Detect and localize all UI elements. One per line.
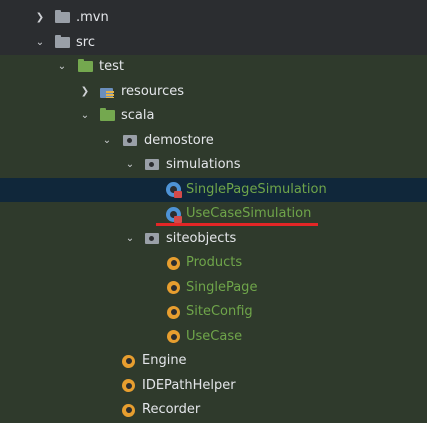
tree-label: SinglePage <box>186 279 258 295</box>
chevron-down-icon[interactable]: ⌄ <box>56 55 68 80</box>
chevron-down-icon[interactable]: ⌄ <box>101 129 113 154</box>
tree-label: UseCase <box>186 328 243 344</box>
tree-row-recorder[interactable]: Recorder <box>0 398 427 423</box>
chevron-down-icon[interactable]: ⌄ <box>124 227 136 252</box>
package-icon <box>145 232 159 244</box>
tree-row-siteobjects[interactable]: ⌄ siteobjects <box>0 226 427 252</box>
scala-object-icon <box>122 403 135 417</box>
tree-row-engine[interactable]: Engine <box>0 349 427 374</box>
resources-folder-icon <box>100 86 114 98</box>
scala-object-icon <box>167 281 180 294</box>
chevron-down-icon[interactable]: ⌄ <box>34 31 46 56</box>
tree-row-mvn[interactable]: ❯ .mvn <box>0 6 427 31</box>
tree-row-products[interactable]: Products <box>0 251 427 276</box>
tree-row-ide-path-helper[interactable]: IDEPathHelper <box>0 373 427 398</box>
tree-label: SiteConfig <box>186 304 253 319</box>
tree-label: Recorder <box>142 402 201 417</box>
tree-row-site-config[interactable]: SiteConfig <box>0 300 427 325</box>
scala-object-icon <box>167 330 180 343</box>
chevron-down-icon[interactable]: ⌄ <box>79 104 91 129</box>
tree-row-demostore[interactable]: ⌄ demostore <box>0 128 427 154</box>
tree-row-simulations[interactable]: ⌄ simulations <box>0 153 427 178</box>
tree-label: siteobjects <box>166 230 237 246</box>
chevron-right-icon[interactable]: ❯ <box>34 6 46 31</box>
project-tree: ❯ .mvn ⌄ src ⌄ test ❯ resources ⌄ scala … <box>0 6 427 423</box>
tree-label: src <box>76 34 95 50</box>
scala-object-icon <box>122 379 135 392</box>
tree-label: simulations <box>166 157 241 172</box>
scala-class-icon <box>166 182 182 198</box>
scala-object-icon <box>167 256 180 270</box>
folder-icon <box>55 10 70 23</box>
scala-object-icon <box>167 305 180 319</box>
folder-icon <box>78 59 93 72</box>
scala-class-icon <box>166 206 182 223</box>
folder-icon <box>100 108 115 121</box>
tree-row-scala[interactable]: ⌄ scala <box>0 104 427 129</box>
tree-label: demostore <box>144 132 214 148</box>
scala-object-icon <box>122 354 135 368</box>
tree-label: scala <box>121 108 155 123</box>
tree-label: .mvn <box>76 10 109 25</box>
package-icon <box>145 159 159 170</box>
tree-label: IDEPathHelper <box>142 377 236 393</box>
tree-label: resources <box>121 83 185 99</box>
tree-row-resources[interactable]: ❯ resources <box>0 79 427 105</box>
tree-row-single-page-simulation[interactable]: SinglePageSimulation <box>0 177 427 202</box>
package-icon <box>123 134 137 146</box>
tree-row-use-case[interactable]: UseCase <box>0 324 427 349</box>
chevron-down-icon[interactable]: ⌄ <box>124 153 136 178</box>
tree-label: Products <box>186 255 243 270</box>
chevron-right-icon[interactable]: ❯ <box>79 80 91 105</box>
red-annotation-underline <box>156 223 318 226</box>
tree-row-single-page[interactable]: SinglePage <box>0 275 427 300</box>
tree-label: test <box>99 59 124 74</box>
tree-label: SinglePageSimulation <box>186 181 327 197</box>
tree-row-test[interactable]: ⌄ test <box>0 55 427 80</box>
tree-row-src[interactable]: ⌄ src <box>0 31 427 56</box>
folder-icon <box>55 34 70 48</box>
tree-label: Engine <box>142 353 187 368</box>
